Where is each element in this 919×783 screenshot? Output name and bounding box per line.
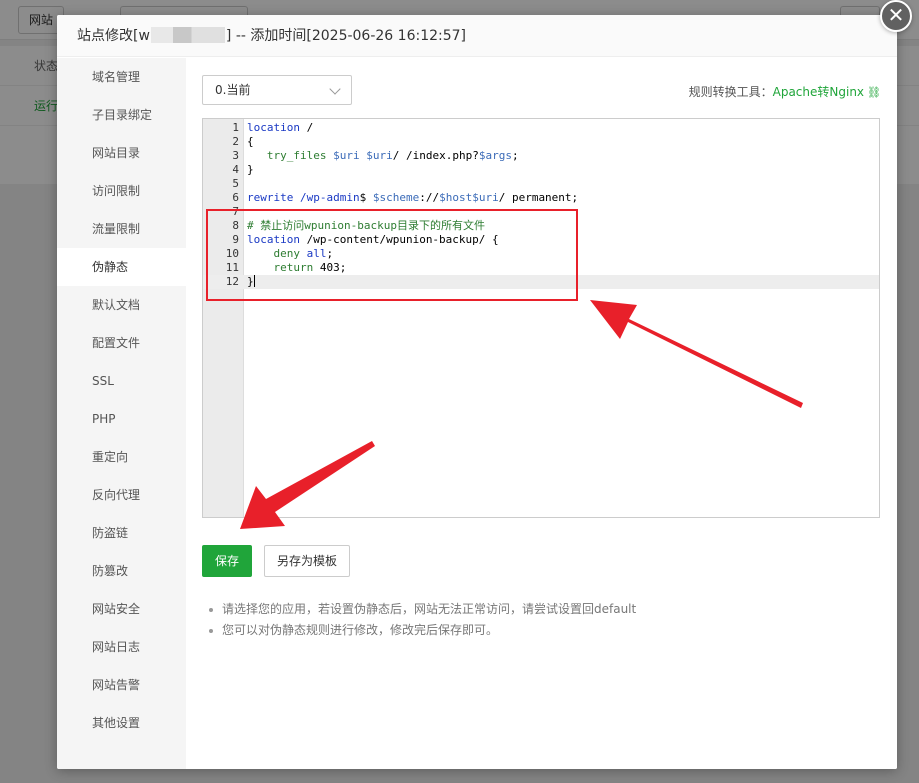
- sidebar-item[interactable]: 防篡改: [57, 552, 186, 590]
- line-number: 1: [232, 121, 239, 134]
- code-text[interactable]: }: [247, 163, 254, 177]
- modal-title-prefix: 站点修改[: [77, 28, 139, 44]
- sidebar-item[interactable]: PHP: [57, 400, 186, 438]
- sidebar-item[interactable]: 配置文件: [57, 324, 186, 362]
- code-editor[interactable]: 1 location /2{3 try_files $uri $uri/ /ind…: [202, 118, 880, 518]
- code-line[interactable]: 3 try_files $uri $uri/ /index.php?$args;: [203, 149, 879, 163]
- sidebar-item[interactable]: 子目录绑定: [57, 96, 186, 134]
- redacted-site-name: [150, 27, 225, 43]
- modal-title-site: w: [138, 28, 150, 44]
- code-text[interactable]: location /: [247, 121, 313, 135]
- code-text[interactable]: rewrite /wp-admin$ $scheme://$host$uri/ …: [247, 191, 578, 205]
- code-line[interactable]: 1 location /: [203, 121, 879, 135]
- site-edit-modal: 站点修改[w ] -- 添加时间[2025-06-26 16:12:57] 域名管…: [57, 15, 897, 769]
- sidebar-item[interactable]: 伪静态: [57, 248, 186, 286]
- line-number: 6: [232, 191, 239, 204]
- line-number: 5: [232, 177, 239, 190]
- modal-title-suffix: ] -- 添加时间[2025-06-26 16:12:57]: [225, 28, 466, 44]
- modal-title: 站点修改[w ] -- 添加时间[2025-06-26 16:12:57]: [57, 15, 897, 57]
- external-link-icon[interactable]: ⛓: [867, 86, 881, 99]
- code-text[interactable]: try_files $uri $uri/ /index.php?$args;: [247, 149, 519, 163]
- chevron-down-icon: [329, 83, 341, 95]
- sidebar-item[interactable]: 防盗链: [57, 514, 186, 552]
- sidebar-item[interactable]: 默认文档: [57, 286, 186, 324]
- rewrite-rule-select-value: 0.当前: [215, 83, 251, 97]
- rewrite-panel: 0.当前 规则转换工具：Apache转Nginx ⛓ 1 location /2{3…: [186, 58, 897, 769]
- sidebar-item[interactable]: 网站日志: [57, 628, 186, 666]
- line-number: 3: [232, 149, 239, 162]
- sidebar-item[interactable]: 访问限制: [57, 172, 186, 210]
- sidebar-item[interactable]: 域名管理: [57, 58, 186, 96]
- rule-converter-link[interactable]: Apache转Nginx: [773, 85, 864, 99]
- save-as-template-button[interactable]: 另存为模板: [264, 545, 350, 577]
- annotation-highlight-box: [206, 209, 578, 301]
- sidebar-item[interactable]: 网站安全: [57, 590, 186, 628]
- sidebar-item[interactable]: 反向代理: [57, 476, 186, 514]
- tip-item: 您可以对伪静态规则进行修改，修改完后保存即可。: [207, 620, 636, 641]
- sidebar-item[interactable]: 网站目录: [57, 134, 186, 172]
- help-tips: 请选择您的应用，若设置伪静态后，网站无法正常访问，请尝试设置回default 您…: [207, 599, 636, 641]
- code-line[interactable]: 5: [203, 177, 879, 191]
- sidebar-item[interactable]: 流量限制: [57, 210, 186, 248]
- sidebar-item[interactable]: SSL: [57, 362, 186, 400]
- rule-converter-label: 规则转换工具：: [688, 85, 773, 99]
- close-icon[interactable]: ✕: [880, 0, 912, 32]
- settings-sidebar: 域名管理 子目录绑定 网站目录 访问限制 流量限制 伪静态 默认文档 配置文件 SSL PHP 重定…: [57, 58, 186, 769]
- save-button[interactable]: 保存: [202, 545, 252, 577]
- line-number: 2: [232, 135, 239, 148]
- rewrite-rule-select[interactable]: 0.当前: [202, 75, 352, 105]
- code-line[interactable]: 2{: [203, 135, 879, 149]
- line-number: 4: [232, 163, 239, 176]
- code-text[interactable]: {: [247, 135, 254, 149]
- rule-converter: 规则转换工具：Apache转Nginx ⛓: [689, 83, 881, 100]
- sidebar-item[interactable]: 重定向: [57, 438, 186, 476]
- sidebar-item[interactable]: 网站告警: [57, 666, 186, 704]
- code-line[interactable]: 6 rewrite /wp-admin$ $scheme://$host$uri/…: [203, 191, 879, 205]
- code-line[interactable]: 4}: [203, 163, 879, 177]
- tip-item: 请选择您的应用，若设置伪静态后，网站无法正常访问，请尝试设置回default: [207, 599, 636, 620]
- sidebar-item[interactable]: 其他设置: [57, 704, 186, 742]
